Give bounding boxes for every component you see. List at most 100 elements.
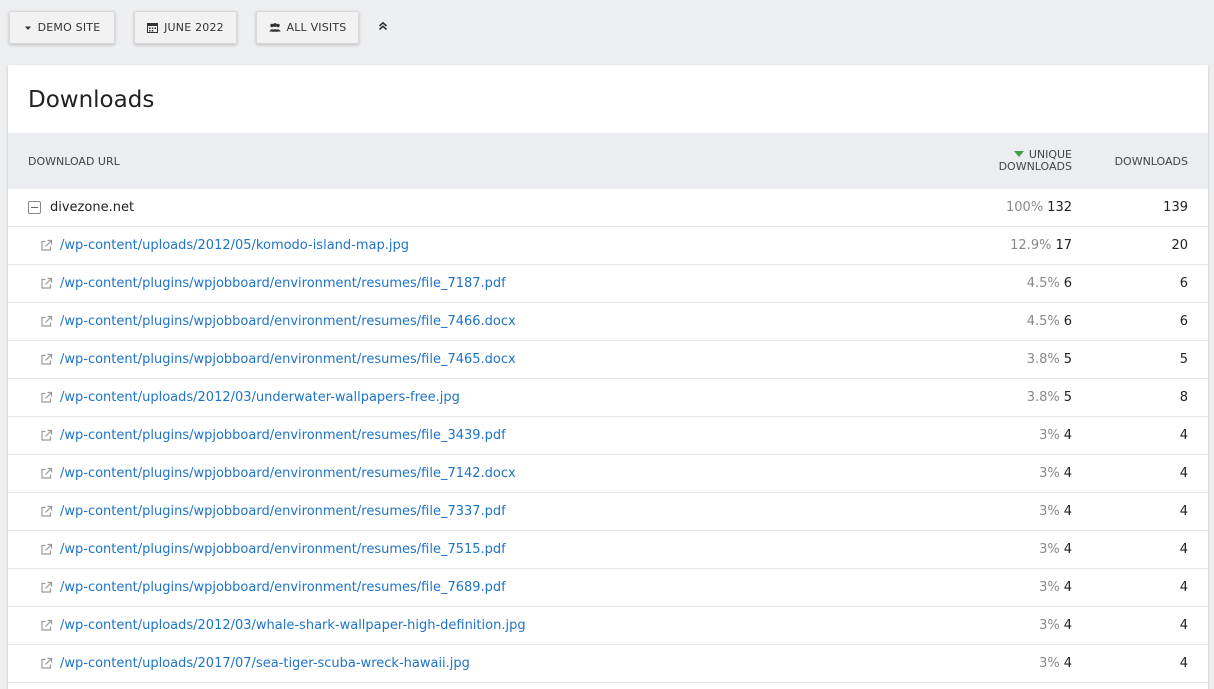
unique-downloads-cell: 3% 4 — [1039, 542, 1072, 557]
external-link-icon[interactable] — [40, 543, 53, 556]
unique-pct: 3% — [1039, 504, 1060, 519]
download-url-link[interactable]: /wp-content/plugins/wpjobboard/environme… — [60, 542, 506, 557]
external-link-icon[interactable] — [40, 391, 53, 404]
unique-value: 6 — [1063, 276, 1072, 291]
unique-downloads-cell: 3.8% 5 — [1027, 352, 1072, 367]
download-rows: /wp-content/uploads/2012/05/komodo-islan… — [8, 227, 1208, 683]
external-link-icon[interactable] — [40, 619, 53, 632]
table-row[interactable]: /wp-content/uploads/2017/07/sea-tiger-sc… — [8, 645, 1208, 683]
download-url-link[interactable]: /wp-content/plugins/wpjobboard/environme… — [60, 352, 516, 367]
unique-value: 5 — [1063, 390, 1072, 405]
download-url-link[interactable]: /wp-content/uploads/2012/03/underwater-w… — [60, 390, 460, 405]
table-row[interactable]: /wp-content/plugins/wpjobboard/environme… — [8, 493, 1208, 531]
table-row[interactable]: /wp-content/plugins/wpjobboard/environme… — [8, 531, 1208, 569]
site-selector-label: DEMO SITE — [37, 21, 101, 34]
column-header-download-url[interactable]: DOWNLOAD URL — [28, 155, 120, 168]
table-row[interactable]: /wp-content/uploads/2012/03/whale-shark-… — [8, 607, 1208, 645]
unique-pct: 3% — [1039, 542, 1060, 557]
external-link-icon[interactable] — [40, 505, 53, 518]
table-row[interactable]: /wp-content/plugins/wpjobboard/environme… — [8, 569, 1208, 607]
unique-downloads-cell: 3.8% 5 — [1027, 390, 1072, 405]
unique-value: 17 — [1055, 238, 1072, 253]
download-url-link[interactable]: /wp-content/plugins/wpjobboard/environme… — [60, 314, 516, 329]
downloads-cell: 4 — [1179, 656, 1188, 671]
unique-downloads-cell: 4.5% 6 — [1027, 276, 1072, 291]
unique-pct: 4.5% — [1026, 276, 1060, 291]
unique-pct: 3.8% — [1026, 352, 1060, 367]
unique-value: 6 — [1063, 314, 1072, 329]
download-url-link[interactable]: /wp-content/uploads/2012/03/whale-shark-… — [60, 618, 526, 633]
download-url-link[interactable]: /wp-content/plugins/wpjobboard/environme… — [60, 276, 506, 291]
unique-value: 4 — [1063, 428, 1072, 443]
external-link-icon[interactable] — [40, 429, 53, 442]
unique-value: 4 — [1063, 466, 1072, 481]
downloads-cell: 4 — [1179, 466, 1188, 481]
group-row[interactable]: divezone.net 100% 132 139 — [8, 189, 1208, 227]
downloads-cell: 8 — [1179, 390, 1188, 405]
double-chevron-up-icon[interactable] — [374, 17, 392, 35]
download-url-link[interactable]: /wp-content/plugins/wpjobboard/environme… — [60, 580, 506, 595]
unique-value: 5 — [1063, 352, 1072, 367]
column-header-downloads[interactable]: DOWNLOADS — [1115, 155, 1188, 168]
table-row[interactable]: /wp-content/uploads/2012/03/underwater-w… — [8, 379, 1208, 417]
download-url-link[interactable]: /wp-content/plugins/wpjobboard/environme… — [60, 428, 506, 443]
external-link-icon[interactable] — [40, 657, 53, 670]
group-label: divezone.net — [50, 200, 135, 215]
table-header: DOWNLOAD URL UNIQUE DOWNLOADS DOWNLOADS — [8, 133, 1208, 189]
unique-downloads-cell: 3% 4 — [1039, 580, 1072, 595]
top-controls-bar: DEMO SITE JUNE 2022 ALL VISITS — [0, 0, 1214, 64]
downloads-cell: 4 — [1179, 542, 1188, 557]
unique-pct: 3% — [1039, 466, 1060, 481]
external-link-icon[interactable] — [40, 581, 53, 594]
downloads-cell: 4 — [1179, 504, 1188, 519]
group-unique-cell: 100% 132 — [1006, 200, 1072, 215]
downloads-cell: 6 — [1179, 314, 1188, 329]
unique-pct: 4.5% — [1026, 314, 1060, 329]
collapse-box-icon[interactable] — [28, 201, 41, 214]
download-url-link[interactable]: /wp-content/plugins/wpjobboard/environme… — [60, 504, 506, 519]
unique-pct: 3% — [1039, 618, 1060, 633]
group-unique-value: 132 — [1047, 200, 1072, 215]
unique-pct: 3% — [1039, 656, 1060, 671]
download-url-link[interactable]: /wp-content/uploads/2012/05/komodo-islan… — [60, 238, 409, 253]
group-unique-pct: 100% — [1006, 200, 1044, 215]
unique-downloads-cell: 3% 4 — [1039, 504, 1072, 519]
downloads-report-card: Downloads DOWNLOAD URL UNIQUE DOWNLOADS … — [8, 65, 1208, 689]
unique-pct: 12.9% — [1010, 238, 1052, 253]
external-link-icon[interactable] — [40, 315, 53, 328]
unique-downloads-cell: 3% 4 — [1039, 656, 1072, 671]
download-url-link[interactable]: /wp-content/plugins/wpjobboard/environme… — [60, 466, 516, 481]
unique-value: 4 — [1063, 580, 1072, 595]
segment-selector-label: ALL VISITS — [286, 21, 347, 34]
table-row[interactable]: /wp-content/plugins/wpjobboard/environme… — [8, 265, 1208, 303]
external-link-icon[interactable] — [40, 239, 53, 252]
unique-pct: 3.8% — [1026, 390, 1060, 405]
calendar-icon — [147, 22, 159, 33]
unique-downloads-cell: 3% 4 — [1039, 466, 1072, 481]
downloads-cell: 4 — [1179, 428, 1188, 443]
unique-downloads-cell: 12.9% 17 — [1010, 238, 1072, 253]
unique-header-line2: DOWNLOADS — [998, 160, 1072, 173]
unique-downloads-cell: 3% 4 — [1039, 618, 1072, 633]
downloads-cell: 4 — [1179, 618, 1188, 633]
site-selector-button[interactable]: DEMO SITE — [9, 11, 115, 44]
external-link-icon[interactable] — [40, 353, 53, 366]
period-selector-label: JUNE 2022 — [164, 21, 224, 34]
download-url-link[interactable]: /wp-content/uploads/2017/07/sea-tiger-sc… — [60, 656, 470, 671]
table-row[interactable]: /wp-content/plugins/wpjobboard/environme… — [8, 455, 1208, 493]
downloads-cell: 5 — [1179, 352, 1188, 367]
table-row[interactable]: /wp-content/plugins/wpjobboard/environme… — [8, 303, 1208, 341]
table-row[interactable]: /wp-content/uploads/2012/05/komodo-islan… — [8, 227, 1208, 265]
segment-selector-button[interactable]: ALL VISITS — [256, 11, 359, 44]
external-link-icon[interactable] — [40, 467, 53, 480]
caret-down-icon — [24, 24, 32, 32]
external-link-icon[interactable] — [40, 277, 53, 290]
table-row[interactable]: /wp-content/plugins/wpjobboard/environme… — [8, 417, 1208, 455]
downloads-cell: 20 — [1171, 238, 1188, 253]
sort-descending-icon — [1013, 151, 1024, 157]
table-row[interactable]: /wp-content/plugins/wpjobboard/environme… — [8, 341, 1208, 379]
group-downloads-cell: 139 — [1163, 200, 1188, 215]
users-icon — [268, 23, 281, 32]
column-header-unique-downloads[interactable]: UNIQUE DOWNLOADS — [999, 149, 1072, 173]
period-selector-button[interactable]: JUNE 2022 — [134, 11, 237, 44]
